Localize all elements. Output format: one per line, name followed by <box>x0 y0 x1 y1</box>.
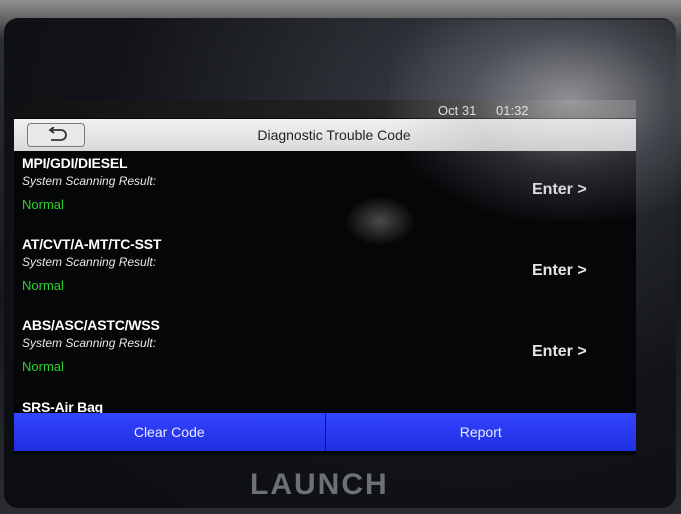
system-item-srs[interactable]: SRS-Air Bag <box>14 395 636 413</box>
system-item-at[interactable]: AT/CVT/A-MT/TC-SST System Scanning Resul… <box>14 232 636 312</box>
scan-result-status: Normal <box>22 278 64 293</box>
back-arrow-icon <box>48 127 67 141</box>
enter-button[interactable]: Enter > <box>532 262 587 280</box>
report-button[interactable]: Report <box>324 413 636 451</box>
system-item-mpi[interactable]: MPI/GDI/DIESEL System Scanning Result: N… <box>14 151 636 231</box>
scan-result-status: Normal <box>22 197 64 212</box>
screen-smudge <box>345 196 415 246</box>
enter-button[interactable]: Enter > <box>532 181 587 199</box>
brand-logo: LAUNCH <box>250 468 389 501</box>
title-bar: Diagnostic Trouble Code <box>14 119 636 151</box>
bottom-action-bar: Clear Code Report <box>14 413 636 451</box>
status-time: 01:32 <box>496 103 529 118</box>
status-bar: Oct 31 01:32 <box>14 100 636 118</box>
scan-result-status: Normal <box>22 359 64 374</box>
system-list: MPI/GDI/DIESEL System Scanning Result: N… <box>14 151 636 413</box>
scan-result-label: System Scanning Result: <box>22 336 157 350</box>
page-title: Diagnostic Trouble Code <box>257 127 411 143</box>
system-name: ABS/ASC/ASTC/WSS <box>22 317 160 333</box>
device-screen: Oct 31 01:32 Diagnostic Trouble Code MPI… <box>14 100 636 455</box>
clear-code-button[interactable]: Clear Code <box>14 413 325 451</box>
status-date: Oct 31 <box>438 103 477 118</box>
system-name: SRS-Air Bag <box>22 399 104 413</box>
scan-result-label: System Scanning Result: <box>22 174 157 188</box>
system-item-abs[interactable]: ABS/ASC/ASTC/WSS System Scanning Result:… <box>14 313 636 393</box>
back-button[interactable] <box>27 123 85 147</box>
system-name: MPI/GDI/DIESEL <box>22 155 128 171</box>
enter-button[interactable]: Enter > <box>532 343 587 361</box>
system-name: AT/CVT/A-MT/TC-SST <box>22 236 162 252</box>
scan-result-label: System Scanning Result: <box>22 255 157 269</box>
